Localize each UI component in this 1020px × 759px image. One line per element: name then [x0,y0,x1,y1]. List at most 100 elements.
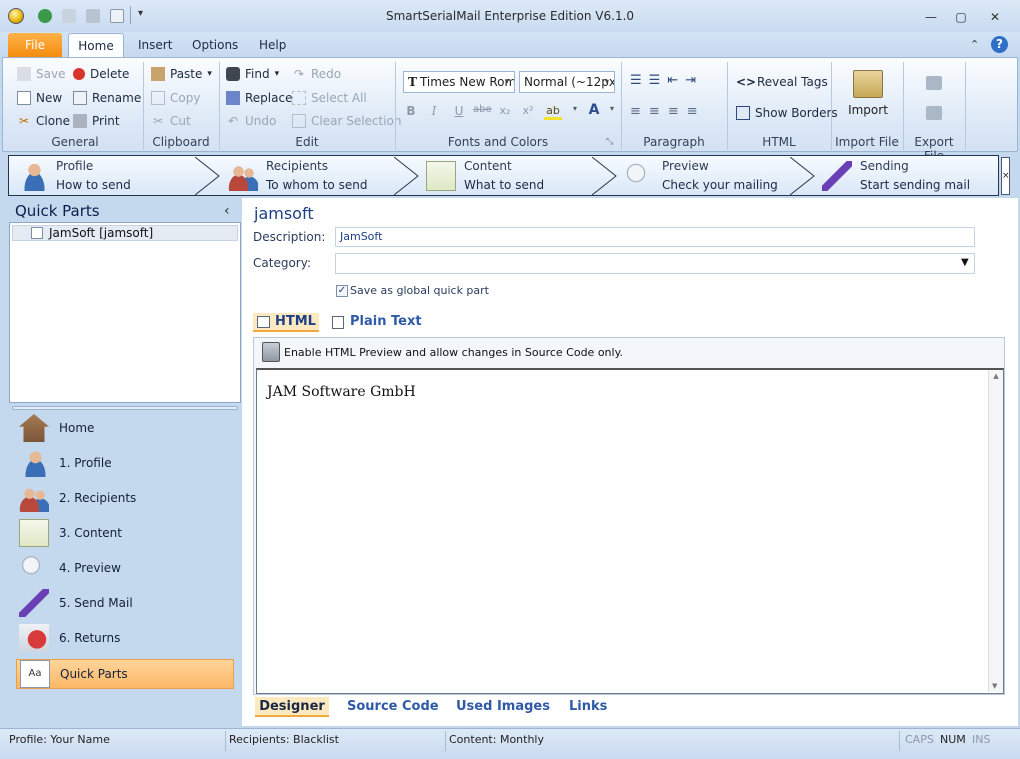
nav-item-preview[interactable]: 4. Preview [16,553,234,583]
copy-button[interactable]: Copy [151,89,200,107]
recipients-icon [19,484,49,512]
nav-item-recipients[interactable]: 2. Recipients [16,483,234,513]
tab-plain-text[interactable]: Plain Text [330,313,422,331]
tab-used-images[interactable]: Used Images [456,699,550,714]
lock-icon[interactable] [262,342,280,362]
tab-source-code[interactable]: Source Code [347,699,439,714]
list-buttons[interactable]: ☰☰⇤⇥ [630,73,703,88]
wizard-step-content[interactable]: Content What to send [418,157,608,195]
import-button[interactable]: Import [833,103,903,117]
paste-button[interactable]: Paste ▾ [151,65,212,83]
find-button[interactable]: Find ▾ [226,65,279,83]
send-arrows-icon [19,589,49,617]
help-icon[interactable]: ? [991,36,1008,53]
quick-parts-list[interactable] [9,222,241,403]
editor-scrollbar[interactable]: ▲ ▼ [988,370,1003,692]
category-select[interactable] [335,253,975,274]
tab-help[interactable]: Help [247,33,298,58]
save-button[interactable]: Save [17,65,65,83]
wizard-close-icon[interactable]: × [1001,157,1010,195]
chevron-down-icon[interactable]: ▾ [603,104,621,113]
status-content: Content: Monthly [449,733,544,746]
tab-home[interactable]: Home [68,33,124,58]
highlight-color-icon[interactable]: ab [544,104,562,120]
panel-splitter[interactable] [12,406,238,410]
clear-selection-button[interactable]: Clear Selection [292,112,402,130]
nav-item-send-mail[interactable]: 5. Send Mail [16,588,234,618]
nav-item-home[interactable]: Home [16,413,234,443]
close-button[interactable]: ✕ [982,8,1008,26]
superscript-icon[interactable]: x² [519,104,537,117]
tab-insert[interactable]: Insert [126,33,184,58]
table-borders-icon [736,106,750,120]
import-folder-icon[interactable] [853,70,883,98]
tab-links[interactable]: Links [569,699,607,714]
delete-button[interactable]: Delete [73,65,129,83]
align-buttons[interactable]: ≡≡≡≡ [630,104,706,119]
nav-item-profile[interactable]: 1. Profile [16,448,234,478]
scroll-up-icon[interactable]: ▲ [989,372,1003,380]
new-document-icon [17,91,31,105]
font-name-combo[interactable]: T Times New Rom [403,71,515,93]
wizard-step-preview[interactable]: Preview Check your mailing [616,157,806,195]
font-color-icon[interactable]: A [585,102,603,118]
tab-options[interactable]: Options [180,33,250,58]
subscript-icon[interactable]: x₂ [496,104,514,117]
chevron-down-icon[interactable]: ▾ [605,77,609,86]
italic-icon[interactable]: I [425,104,443,118]
maximize-button[interactable]: ▢ [948,8,974,26]
wizard-step-sending[interactable]: Sending Start sending mail [814,157,998,195]
chevron-down-icon[interactable]: ▾ [566,104,584,113]
minimize-button[interactable]: — [918,8,944,26]
list-item[interactable]: JamSoft [jamsoft] [12,225,238,241]
tab-html[interactable]: HTML [253,313,319,332]
chevron-down-icon[interactable]: ▼ [961,257,969,268]
indent-icon[interactable]: ⇥ [685,73,703,88]
html-editor[interactable] [256,368,1004,694]
cut-button[interactable]: ✂ Cut [151,112,191,130]
export-icon[interactable] [926,106,942,120]
new-button[interactable]: New [17,89,62,107]
show-borders-button[interactable]: Show Borders [736,104,838,122]
justify-icon[interactable]: ≡ [687,104,706,119]
description-label: Description: [253,230,326,244]
send-arrows-icon [822,161,852,191]
description-input[interactable]: JamSoft [335,227,975,247]
bullet-list-icon[interactable]: ☰ [630,73,649,88]
wizard-chevron [592,157,617,195]
nav-item-content[interactable]: 3. Content [16,518,234,548]
nav-item-quick-parts[interactable]: Aa Quick Parts [16,659,234,689]
replace-button[interactable]: Replace [226,89,292,107]
wizard-step-recipients[interactable]: Recipients To whom to send [220,157,410,195]
tab-designer[interactable]: Designer [255,697,329,717]
align-center-icon[interactable]: ≡ [649,104,668,119]
global-quick-part-label[interactable]: Save as global quick part [350,284,489,297]
strikethrough-icon[interactable]: abe [473,104,492,115]
rename-button[interactable]: Rename [73,89,141,107]
tab-file[interactable]: File [8,33,62,58]
nav-item-returns[interactable]: 6. Returns [16,623,234,653]
print-button[interactable]: Print [73,112,120,130]
global-quick-part-checkbox[interactable]: ✓ [336,285,348,297]
redo-icon: ↷ [293,67,305,81]
scroll-down-icon[interactable]: ▼ [992,682,997,690]
outdent-icon[interactable]: ⇤ [667,73,685,88]
clone-button[interactable]: ✂ Clone [17,112,70,130]
align-left-icon[interactable]: ≡ [630,104,649,119]
editor-content[interactable]: JAM Software GmbH [267,384,416,400]
underline-icon[interactable]: U [450,104,468,118]
dialog-launcher-icon[interactable]: ⤡ [606,137,613,147]
undo-button[interactable]: ↶ Undo [226,112,276,130]
collapse-panel-icon[interactable]: ‹ [224,203,230,219]
bold-icon[interactable]: B [402,104,420,118]
chevron-down-icon[interactable]: ▾ [505,77,509,86]
align-right-icon[interactable]: ≡ [668,104,687,119]
collapse-ribbon-icon[interactable]: ⌃ [970,38,979,51]
wizard-step-profile[interactable]: Profile How to send [10,157,195,195]
export-icon[interactable] [926,76,942,90]
select-all-button[interactable]: Select All [292,89,367,107]
redo-button[interactable]: ↷ Redo [292,65,341,83]
reveal-tags-button[interactable]: <> Reveal Tags [736,73,828,91]
font-size-combo[interactable]: Normal (~12px) [519,71,615,93]
numbered-list-icon[interactable]: ☰ [649,73,668,88]
